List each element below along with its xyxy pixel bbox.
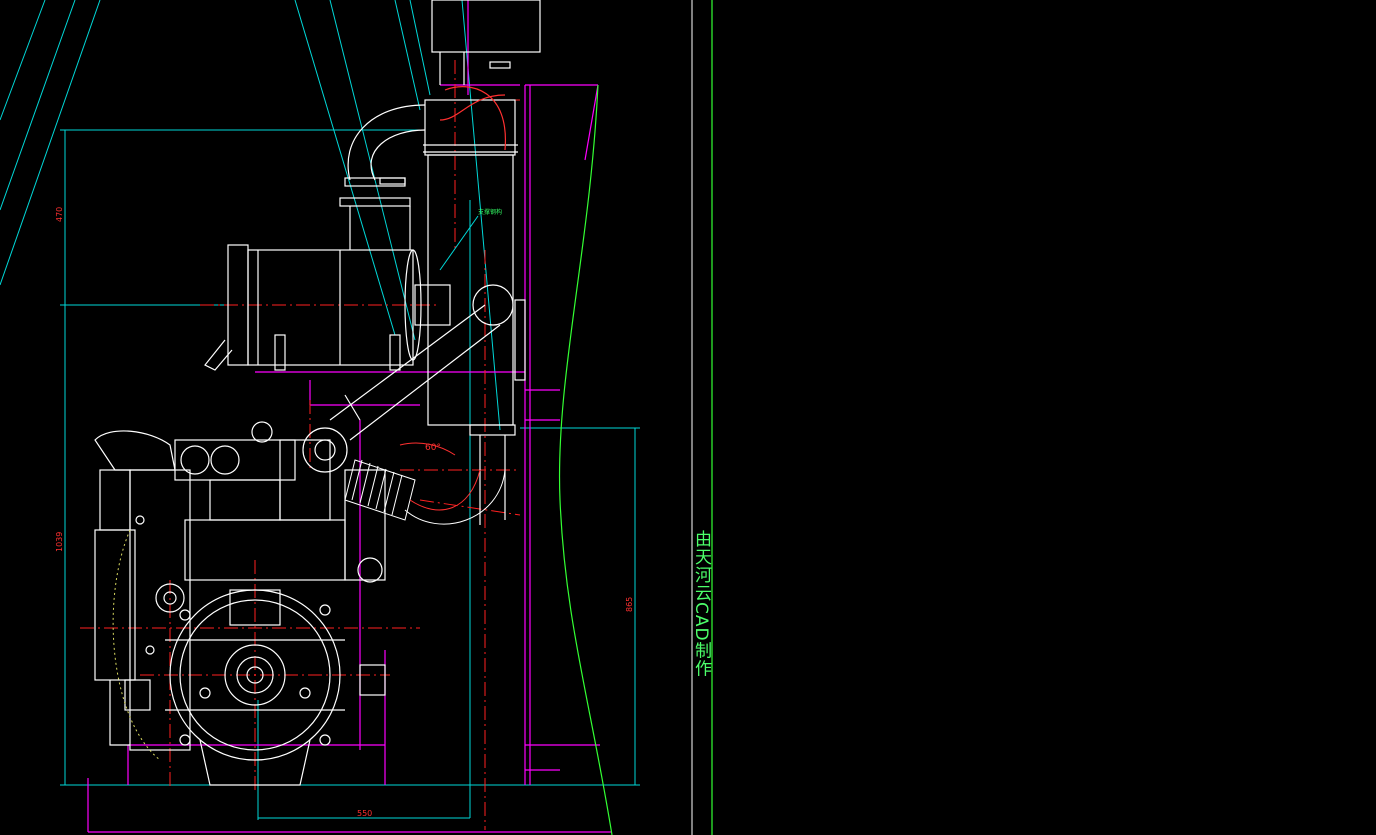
cyan-leader-lines [0, 0, 640, 820]
dim-height-lower-label: 1039 [55, 532, 64, 552]
swing-arc [112, 529, 161, 761]
support-frame [87, 0, 612, 833]
note-leader [439, 215, 479, 271]
cad-viewport[interactable]: 60° 550 470 1039 865 支撑钢构 由天河云CAD制作 [0, 0, 1376, 835]
dim-width-label: 550 [357, 809, 372, 818]
support-note-label: 支撑钢构 [478, 208, 502, 216]
intake-elbow [339, 104, 426, 250]
hull-outline [558, 0, 713, 835]
dim-height-right-label: 865 [625, 597, 634, 612]
drawing-canvas[interactable]: 60° 550 470 1039 865 支撑钢构 [0, 0, 1376, 835]
dimension-lines [60, 130, 636, 785]
air-filter [204, 244, 451, 371]
dim-height-upper-label: 470 [55, 207, 64, 222]
angle-label: 60° [425, 443, 441, 453]
watermark-text: 由天河云CAD制作 [691, 530, 711, 678]
engine-block [94, 421, 386, 786]
centerlines [80, 60, 521, 830]
